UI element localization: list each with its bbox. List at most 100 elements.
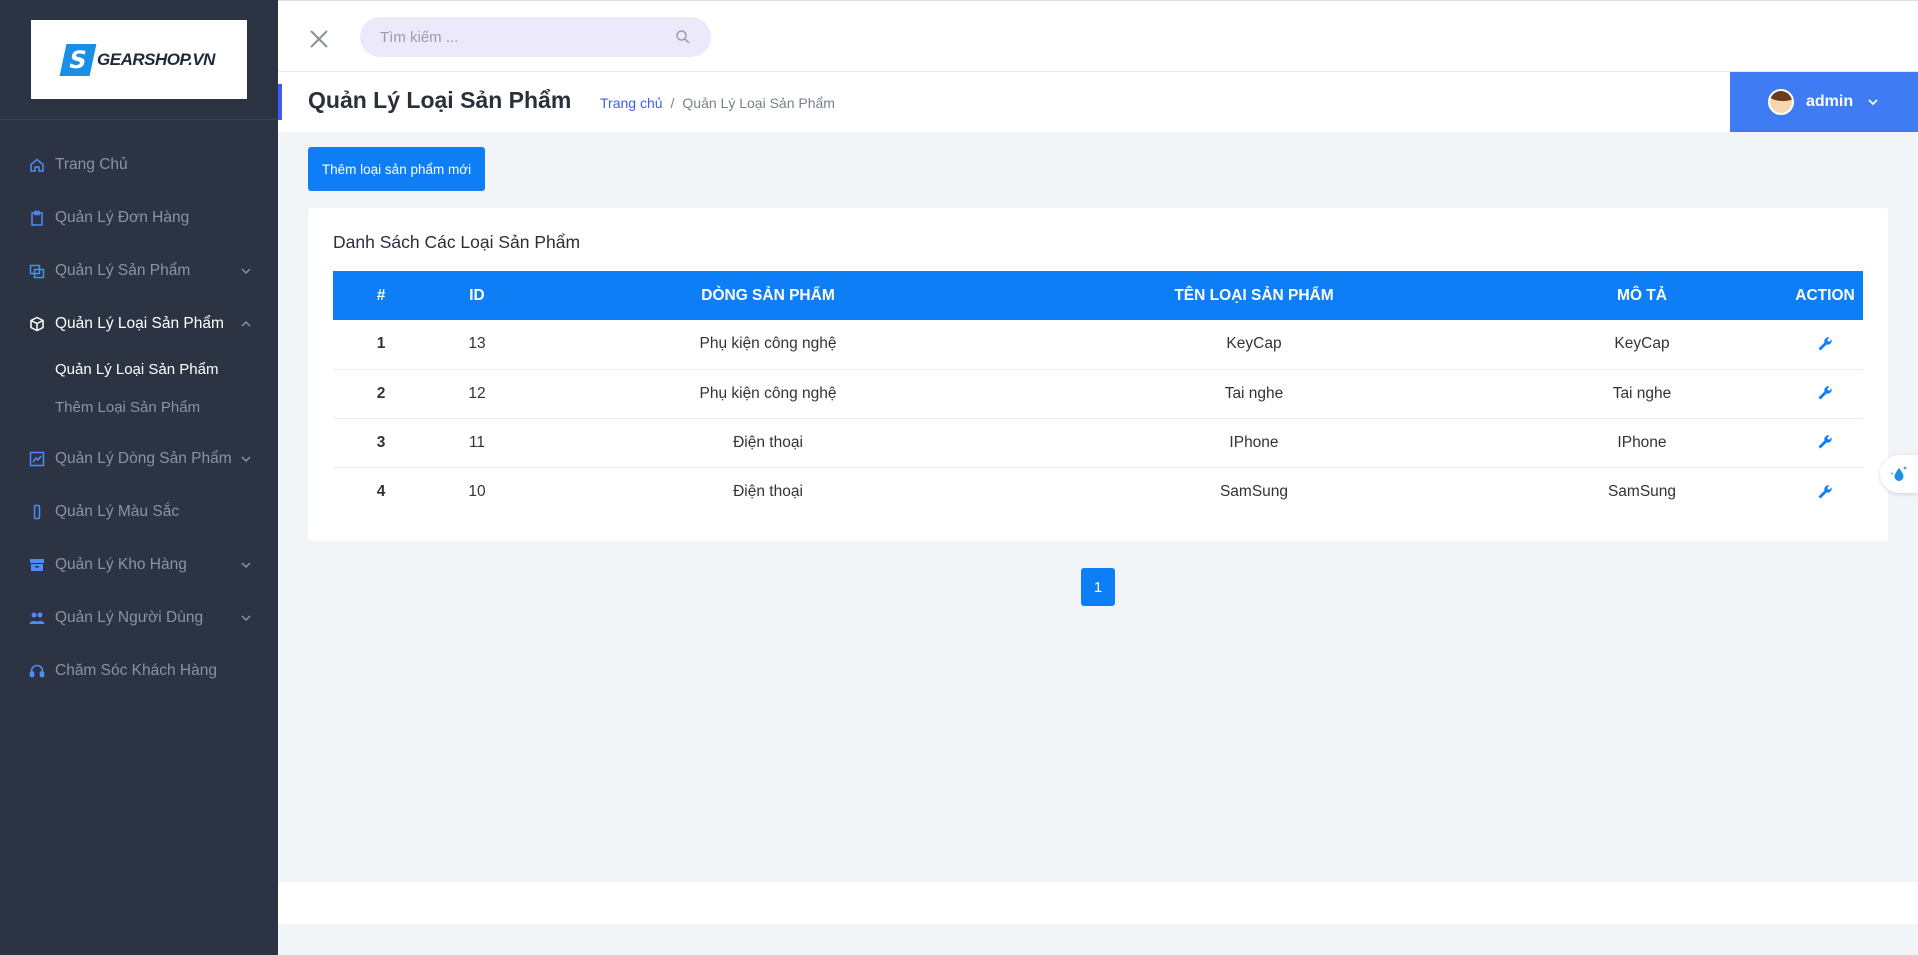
sidebar: S GEARSHOP.VN Trang Chủ Quản Lý Đơn Hàng… [0,0,278,955]
cell-action [1787,467,1863,516]
cell-id: 10 [468,482,486,500]
search-bar [360,17,711,57]
page-header: Quản Lý Loại Sản Phẩm Trang chủ / Quản L… [278,72,1918,132]
column-header-action: ACTION [1795,286,1855,304]
cell-action [1787,418,1863,467]
cell-type-name: IPhone [1229,433,1279,451]
cell-description: KeyCap [1614,335,1670,353]
breadcrumb-current: Quản Lý Loại Sản Phẩm [682,95,835,111]
column-header-type-name: TÊN LOẠI SẢN PHẨM [1174,286,1334,304]
cell-id: 11 [468,433,486,451]
column-header-description: MÔ TẢ [1617,286,1667,304]
logo-text: GEARSHOP.VN [97,49,215,69]
archive-icon [29,557,45,573]
sidebar-menu: Trang Chủ Quản Lý Đơn Hàng Quản Lý Sản P… [0,120,278,697]
chevron-down-icon [241,267,251,274]
cell-product-line: Điện thoại [733,482,803,500]
product-types-submenu: Quản Lý Loại Sản Phẩm Thêm Loại Sản Phẩm [0,350,278,432]
column-header-product-line: DÒNG SẢN PHẨM [701,286,835,304]
breadcrumb-separator: / [670,95,675,111]
chevron-down-icon [241,614,251,621]
column-header-id: ID [469,286,485,304]
table-row: 4 10 Điện thoại SamSung SamSung [333,467,1863,516]
sidebar-item-label: Quản Lý Người Dùng [55,608,204,626]
pagination-page-button[interactable]: 1 [1081,568,1115,606]
wrench-icon[interactable] [1817,336,1833,352]
products-icon [29,263,45,279]
sidebar-item-label: Quản Lý Sản Phẩm [55,261,191,279]
wrench-icon[interactable] [1817,484,1833,500]
sidebar-item-products[interactable]: Quản Lý Sản Phẩm [0,244,278,297]
box-icon [29,316,45,332]
submenu-item-add-type[interactable]: Thêm Loại Sản Phẩm [0,388,278,426]
sidebar-item-colors[interactable]: Quản Lý Màu Sắc [0,485,278,538]
close-icon[interactable] [308,28,330,50]
chart-icon [29,451,45,467]
submenu-item-label: Thêm Loại Sản Phẩm [55,398,201,416]
user-name: admin [1806,93,1854,110]
sidebar-item-warehouse[interactable]: Quản Lý Kho Hàng [0,538,278,591]
page-title: Quản Lý Loại Sản Phẩm [308,87,572,113]
cell-number: 3 [376,433,386,451]
sidebar-item-home[interactable]: Trang Chủ [0,138,278,191]
cell-number: 2 [376,384,386,402]
card-title: Danh Sách Các Loại Sản Phẩm [333,232,581,252]
table-row: 1 13 Phụ kiện công nghệ KeyCap KeyCap [333,320,1863,369]
cell-product-line: Phụ kiện công nghệ [699,335,837,353]
sidebar-item-orders[interactable]: Quản Lý Đơn Hàng [0,191,278,244]
cell-type-name: SamSung [1219,482,1289,500]
topbar [278,0,1918,72]
cell-type-name: Tai nghe [1224,384,1284,402]
cell-number: 4 [376,482,386,500]
droplet-sparkle-icon [1890,466,1907,481]
sidebar-item-label: Quản Lý Màu Sắc [55,502,180,520]
cell-description: Tai nghe [1612,384,1672,402]
breadcrumb: Trang chủ / Quản Lý Loại Sản Phẩm [600,95,835,111]
sidebar-item-label: Quản Lý Dòng Sản Phẩm [55,449,232,467]
sidebar-item-label: Trang Chủ [55,155,128,173]
cell-product-line: Phụ kiện công nghệ [699,384,837,402]
sidebar-item-customer-care[interactable]: Chăm Sóc Khách Hàng [0,644,278,697]
search-icon[interactable] [675,29,691,45]
cell-description: SamSung [1607,482,1677,500]
clipboard-icon [29,210,45,226]
accent-bar [278,84,282,120]
cell-product-line: Điện thoại [733,433,803,451]
search-input[interactable] [360,17,650,57]
sidebar-item-users[interactable]: Quản Lý Người Dùng [0,591,278,644]
wrench-icon[interactable] [1817,385,1833,401]
submenu-item-label: Quản Lý Loại Sản Phẩm [55,360,219,378]
logo-mark-icon: S [59,43,97,76]
cell-number: 1 [376,335,386,353]
table-header-row: # ID DÒNG SẢN PHẨM TÊN LOẠI SẢN PHẨM MÔ … [333,271,1863,320]
home-icon [29,157,45,173]
chevron-down-icon [241,561,251,568]
cell-id: 13 [468,335,486,353]
user-menu[interactable]: admin [1730,72,1918,132]
add-product-type-button[interactable]: Thêm loại sản phẩm mới [308,147,485,191]
cell-id: 12 [468,384,486,402]
cell-action [1787,320,1863,369]
breadcrumb-home-link[interactable]: Trang chủ [600,95,663,111]
chevron-up-icon [241,320,251,327]
table-row: 3 11 Điện thoại IPhone IPhone [333,418,1863,467]
sidebar-item-product-types[interactable]: Quản Lý Loại Sản Phẩm [0,297,278,350]
logo[interactable]: S GEARSHOP.VN [31,20,247,99]
sidebar-item-label: Chăm Sóc Khách Hàng [55,661,217,679]
cell-type-name: KeyCap [1226,335,1282,353]
chevron-down-icon [1868,99,1878,106]
wrench-icon[interactable] [1817,434,1833,450]
sidebar-item-label: Quản Lý Loại Sản Phẩm [55,314,224,332]
floating-widget-button[interactable] [1880,455,1918,493]
cell-action [1787,369,1863,418]
table-row: 2 12 Phụ kiện công nghệ Tai nghe Tai ngh… [333,369,1863,418]
avatar [1768,89,1794,115]
footer [278,882,1918,924]
product-types-table: # ID DÒNG SẢN PHẨM TÊN LOẠI SẢN PHẨM MÔ … [333,271,1863,516]
submenu-item-manage-types[interactable]: Quản Lý Loại Sản Phẩm [0,350,278,388]
phone-icon [29,504,45,520]
product-types-card: Danh Sách Các Loại Sản Phẩm # ID DÒNG SẢ… [308,208,1888,541]
sidebar-item-label: Quản Lý Kho Hàng [55,555,187,573]
sidebar-item-product-lines[interactable]: Quản Lý Dòng Sản Phẩm [0,432,278,485]
column-header-number: # [376,286,386,304]
